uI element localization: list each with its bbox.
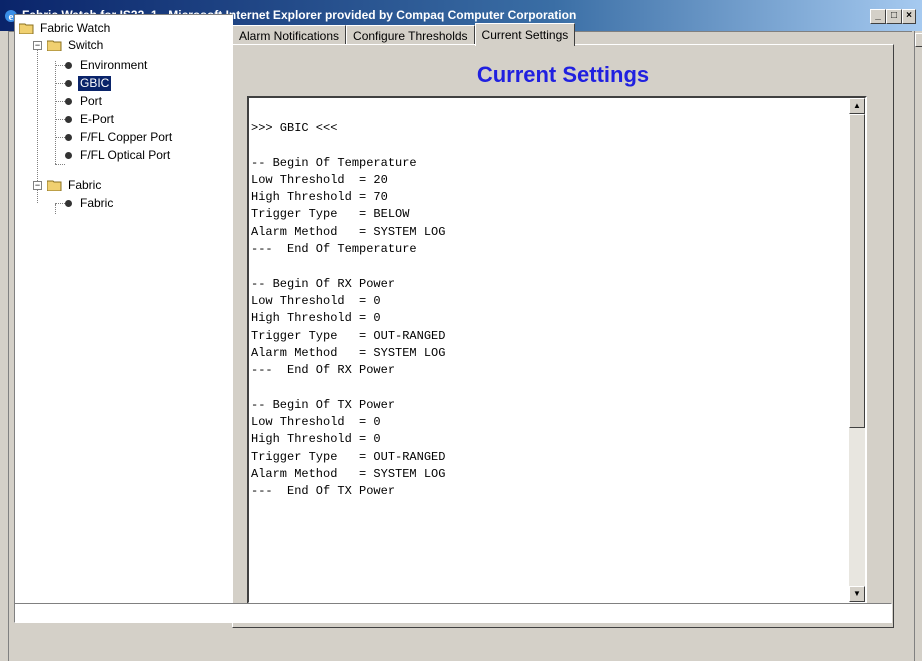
tree-label: Environment bbox=[80, 57, 148, 72]
tree-label: F/FL Optical Port bbox=[80, 147, 171, 162]
tree-item-ffl-optical-port[interactable]: F/FL Optical Port bbox=[65, 147, 172, 163]
window-scroll-up-button[interactable] bbox=[915, 33, 922, 47]
tree-connector bbox=[55, 65, 65, 66]
tree-expander-fabric[interactable]: − bbox=[33, 181, 42, 190]
leaf-node-icon bbox=[65, 61, 72, 69]
tree-item-e-port[interactable]: E-Port bbox=[65, 111, 116, 127]
tree-item-ffl-copper-port[interactable]: F/FL Copper Port bbox=[65, 129, 174, 145]
tree-connector bbox=[55, 101, 65, 102]
tree-label: Fabric bbox=[68, 177, 102, 192]
leaf-node-icon bbox=[65, 97, 72, 105]
leaf-node-icon bbox=[65, 79, 72, 87]
page-heading: Current Settings bbox=[476, 62, 650, 87]
tree-item-environment[interactable]: Environment bbox=[65, 57, 149, 73]
settings-text: >>> GBIC <<< -- Begin Of Temperature Low… bbox=[251, 121, 446, 499]
open-folder-icon bbox=[47, 180, 62, 191]
tree-label: Fabric Watch bbox=[40, 20, 111, 35]
tree-connector bbox=[37, 43, 38, 203]
tree-connector bbox=[55, 137, 65, 138]
tree-expander-switch[interactable]: − bbox=[33, 41, 42, 50]
tree-label: Port bbox=[80, 93, 103, 108]
tree-label: Switch bbox=[68, 37, 104, 52]
tree-label: F/FL Copper Port bbox=[80, 129, 173, 144]
open-folder-icon bbox=[19, 23, 34, 34]
tree-item-port[interactable]: Port bbox=[65, 93, 104, 109]
tab-current-settings[interactable]: Current Settings bbox=[474, 23, 576, 46]
leaf-node-icon bbox=[65, 151, 72, 159]
tree-connector bbox=[55, 164, 65, 165]
window-scrollbar[interactable] bbox=[914, 31, 922, 661]
tree-node-fabric[interactable]: Fabric bbox=[47, 177, 103, 193]
tree-connector bbox=[55, 119, 65, 120]
tab-strip: Alarm Notifications Configure Thresholds… bbox=[232, 23, 576, 46]
close-button[interactable]: × bbox=[902, 9, 916, 24]
tab-alarm-notifications[interactable]: Alarm Notifications bbox=[232, 25, 347, 46]
tree-connector bbox=[55, 203, 65, 204]
svg-text:e: e bbox=[9, 11, 14, 23]
tree-connector bbox=[55, 83, 65, 84]
scroll-down-button[interactable]: ▼ bbox=[849, 586, 865, 602]
tree-label: GBIC bbox=[78, 75, 112, 91]
leaf-node-icon bbox=[65, 133, 72, 141]
status-bar bbox=[14, 603, 892, 623]
tree-item-fabric[interactable]: Fabric bbox=[65, 195, 115, 211]
tree-root-fabric-watch[interactable]: Fabric Watch bbox=[19, 20, 112, 36]
leaf-node-icon bbox=[65, 115, 72, 123]
tree-connector bbox=[55, 61, 56, 164]
open-folder-icon bbox=[47, 40, 62, 51]
tree-item-gbic[interactable]: GBIC bbox=[65, 75, 112, 91]
maximize-button[interactable]: □ bbox=[886, 9, 902, 24]
tree-label: E-Port bbox=[80, 111, 115, 126]
tree-connector bbox=[55, 204, 56, 214]
tree-label: Fabric bbox=[80, 195, 114, 210]
tree-node-switch[interactable]: Switch bbox=[47, 37, 105, 53]
navigation-tree[interactable]: Fabric Watch − Switch Environment GBIC P… bbox=[14, 14, 233, 608]
settings-textarea[interactable]: >>> GBIC <<< -- Begin Of Temperature Low… bbox=[247, 96, 867, 604]
settings-scrollbar[interactable]: ▲ ▼ bbox=[849, 98, 865, 602]
scroll-up-button[interactable]: ▲ bbox=[849, 98, 865, 114]
leaf-node-icon bbox=[65, 199, 72, 207]
scroll-thumb[interactable] bbox=[849, 114, 865, 428]
tab-configure-thresholds[interactable]: Configure Thresholds bbox=[346, 25, 475, 46]
minimize-button[interactable]: _ bbox=[870, 9, 886, 24]
